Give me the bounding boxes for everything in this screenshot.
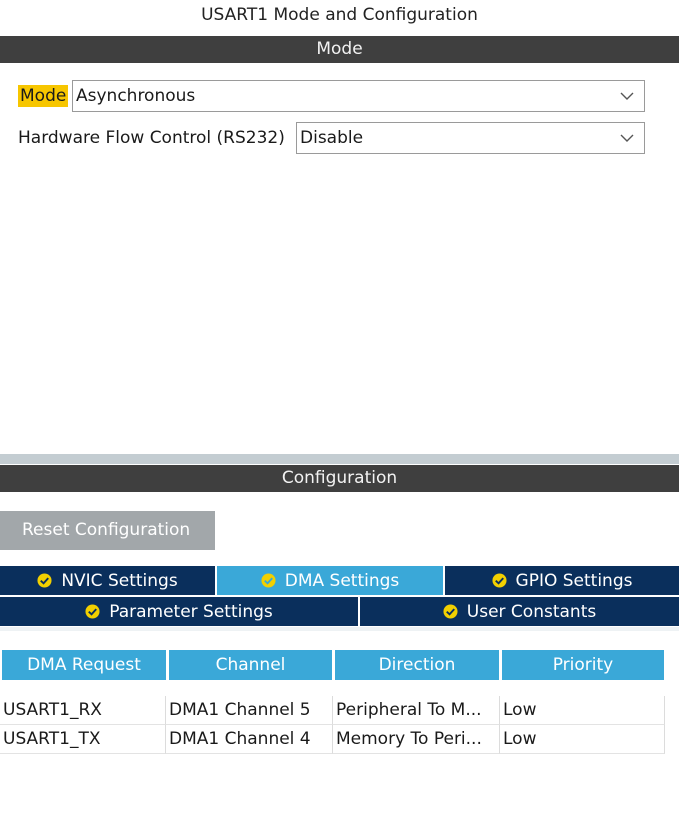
- cell-direction: Memory To Peri...: [333, 725, 500, 754]
- tab-user-constants[interactable]: User Constants: [360, 597, 679, 626]
- tab-nvic-settings[interactable]: NVIC Settings: [0, 566, 217, 595]
- check-circle-icon: [85, 604, 100, 619]
- check-circle-icon: [261, 573, 276, 588]
- cell-priority: Low: [500, 696, 665, 725]
- column-header-channel[interactable]: Channel: [169, 650, 332, 680]
- column-header-direction[interactable]: Direction: [335, 650, 499, 680]
- tab-parameter-settings[interactable]: Parameter Settings: [0, 597, 360, 626]
- check-circle-icon: [37, 573, 52, 588]
- flow-control-value: Disable: [300, 128, 364, 148]
- tab-label: GPIO Settings: [515, 570, 633, 591]
- tab-dma-settings[interactable]: DMA Settings: [217, 566, 445, 595]
- column-header-priority[interactable]: Priority: [502, 650, 664, 680]
- configuration-section-header: Configuration: [0, 465, 679, 492]
- flow-control-select[interactable]: Disable: [296, 122, 645, 154]
- chevron-down-icon: [620, 92, 634, 100]
- mode-section-header: Mode: [0, 36, 679, 63]
- check-circle-icon: [443, 604, 458, 619]
- tab-gpio-settings[interactable]: GPIO Settings: [445, 566, 679, 595]
- tab-label: User Constants: [466, 601, 597, 622]
- reset-configuration-button[interactable]: Reset Configuration: [0, 511, 215, 550]
- tab-label: Parameter Settings: [109, 601, 273, 622]
- check-circle-icon: [491, 573, 507, 588]
- cell-dma-request: USART1_TX: [0, 725, 166, 754]
- cell-dma-request: USART1_RX: [0, 696, 166, 725]
- cell-channel: DMA1 Channel 4: [166, 725, 333, 754]
- mode-select[interactable]: Asynchronous: [72, 80, 645, 112]
- cell-priority: Low: [500, 725, 665, 754]
- column-header-dma-request[interactable]: DMA Request: [2, 650, 166, 680]
- mode-row: Mode: [18, 80, 69, 112]
- mode-select-value: Asynchronous: [76, 86, 196, 106]
- section-divider[interactable]: [0, 454, 679, 464]
- cell-direction: Peripheral To M...: [333, 696, 500, 725]
- cell-channel: DMA1 Channel 5: [166, 696, 333, 725]
- flow-control-row: Hardware Flow Control (RS232): [18, 122, 287, 154]
- window-title: USART1 Mode and Configuration: [201, 5, 478, 25]
- tab-label: DMA Settings: [284, 570, 400, 591]
- chevron-down-icon: [620, 134, 634, 142]
- flow-control-label: Hardware Flow Control (RS232): [18, 128, 285, 148]
- mode-label: Mode: [18, 85, 69, 107]
- tab-label: NVIC Settings: [61, 570, 178, 591]
- tab-panel-separator: [0, 627, 679, 631]
